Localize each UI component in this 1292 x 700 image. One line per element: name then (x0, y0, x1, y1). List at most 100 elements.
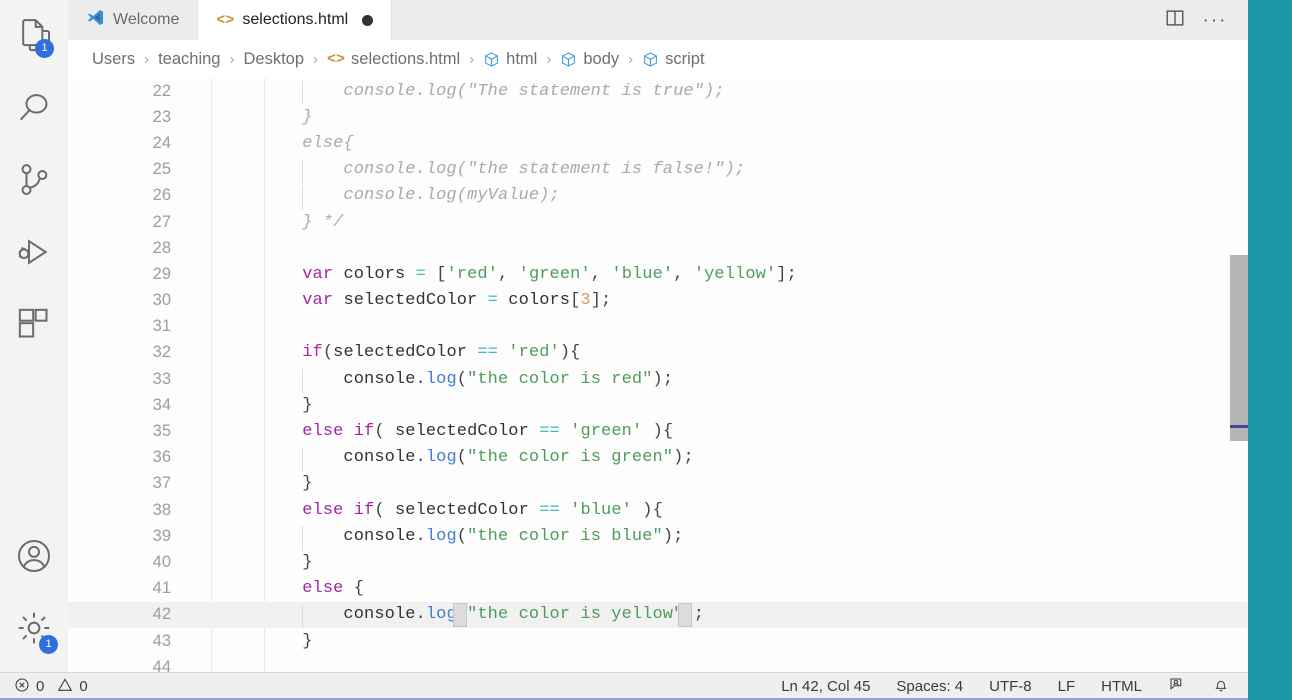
code-text[interactable]: } (261, 553, 313, 572)
activity-bar-top-group: 1 (0, 0, 68, 360)
breadcrumb-item-selections-html[interactable]: <> selections.html (327, 50, 460, 69)
code-text[interactable]: console.log("the color is blue"); (261, 527, 683, 546)
breadcrumb: Users › teaching › Desktop › <> selectio… (68, 40, 1248, 78)
editor-vertical-scrollbar[interactable] (1230, 78, 1248, 672)
desktop-background-strip (1248, 0, 1292, 700)
code-line[interactable]: 29 var colors = ['red', 'green', 'blue',… (68, 261, 1248, 287)
breadcrumb-item-script[interactable]: script (642, 49, 705, 69)
code-text[interactable]: else{ (261, 134, 354, 153)
code-line[interactable]: 35 else if( selectedColor == 'green' ){ (68, 418, 1248, 444)
code-line[interactable]: 27 } */ (68, 209, 1248, 235)
code-text[interactable]: } */ (261, 213, 343, 232)
indentation-setting[interactable]: Spaces: 4 (896, 678, 963, 695)
line-number: 42 (152, 605, 171, 624)
code-line[interactable]: 28 (68, 235, 1248, 261)
line-number: 39 (152, 526, 171, 545)
notifications-button[interactable] (1212, 676, 1230, 698)
split-editor-button[interactable] (1158, 3, 1192, 37)
code-lines[interactable]: 22 console.log("The statement is true");… (68, 78, 1248, 672)
scrollbar-thumb[interactable] (1230, 255, 1248, 441)
code-text[interactable]: else { (261, 579, 364, 598)
code-text[interactable]: if(selectedColor == 'red'){ (261, 343, 580, 362)
breadcrumb-separator-icon: › (144, 50, 150, 68)
sidebar-item-explorer[interactable]: 1 (0, 0, 68, 72)
breadcrumb-label: Users (92, 49, 136, 68)
code-text[interactable]: } (261, 108, 313, 127)
cursor-overview-marker (1230, 425, 1248, 428)
breadcrumb-item-users[interactable]: Users (92, 50, 135, 69)
cursor-position[interactable]: Ln 42, Col 45 (781, 678, 870, 695)
code-line[interactable]: 30 var selectedColor = colors[3]; (68, 288, 1248, 314)
error-count: 0 (36, 678, 45, 695)
code-text[interactable]: var selectedColor = colors[3]; (261, 291, 611, 310)
eol-setting[interactable]: LF (1058, 678, 1076, 695)
code-line[interactable]: 32 if(selectedColor == 'red'){ (68, 340, 1248, 366)
code-line[interactable]: 31 (68, 314, 1248, 340)
code-text[interactable]: } (261, 632, 313, 651)
code-text[interactable]: else if( selectedColor == 'blue' ){ (261, 501, 663, 520)
line-number: 41 (152, 579, 171, 598)
symbol-cube-icon (560, 51, 577, 68)
code-text[interactable]: console.log(myValue); (261, 186, 560, 205)
unsaved-indicator-icon[interactable] (362, 14, 374, 26)
code-line[interactable]: 24 else{ (68, 130, 1248, 156)
code-line[interactable]: 42 console.log("the color is yellow"); (68, 601, 1248, 628)
code-line[interactable]: 34 } (68, 392, 1248, 418)
breadcrumb-label: script (665, 49, 705, 68)
breadcrumb-item-html[interactable]: html (483, 50, 537, 69)
line-number: 22 (152, 81, 171, 100)
settings-button[interactable]: 1 (0, 592, 68, 664)
code-text[interactable]: else if( selectedColor == 'green' ){ (261, 422, 673, 441)
code-line[interactable]: 22 console.log("The statement is true"); (68, 78, 1248, 104)
breadcrumb-item-body[interactable]: body (560, 50, 619, 69)
code-line[interactable]: 33 console.log("the color is red"); (68, 366, 1248, 392)
code-line[interactable]: 39 console.log("the color is blue"); (68, 523, 1248, 549)
code-text[interactable]: console.log("the statement is false!"); (261, 160, 745, 179)
code-text[interactable]: } (261, 474, 313, 493)
code-line[interactable]: 38 else if( selectedColor == 'blue' ){ (68, 497, 1248, 523)
code-line[interactable]: 37 } (68, 471, 1248, 497)
line-number: 25 (152, 160, 171, 179)
feedback-smiley-icon (1168, 676, 1186, 698)
code-line[interactable]: 25 console.log("the statement is false!"… (68, 157, 1248, 183)
code-line[interactable]: 36 console.log("the color is green"); (68, 445, 1248, 471)
code-text[interactable]: console.log("the color is green"); (261, 448, 694, 467)
code-text[interactable]: var colors = ['red', 'green', 'blue', 'y… (261, 265, 797, 284)
tab-selections-html[interactable]: <> selections.html (198, 0, 393, 40)
settings-badge: 1 (39, 635, 58, 654)
sidebar-item-source-control[interactable] (0, 144, 68, 216)
explorer-badge: 1 (35, 39, 54, 58)
line-number: 27 (152, 212, 171, 231)
code-line[interactable]: 26 console.log(myValue); (68, 183, 1248, 209)
language-mode[interactable]: HTML (1101, 678, 1142, 695)
code-line[interactable]: 44 (68, 654, 1248, 672)
breadcrumb-label: html (506, 49, 538, 68)
more-actions-button[interactable]: ··· (1198, 3, 1232, 37)
run-debug-icon (14, 232, 54, 272)
problems-button[interactable]: 0 0 (14, 677, 88, 697)
code-line[interactable]: 40 } (68, 549, 1248, 575)
code-text[interactable]: console.log("the color is red"); (261, 370, 673, 389)
encoding-setting[interactable]: UTF-8 (989, 678, 1032, 695)
code-editor[interactable]: 22 console.log("The statement is true");… (68, 78, 1248, 672)
code-line[interactable]: 23 } (68, 104, 1248, 130)
tab-label: Welcome (113, 11, 180, 28)
code-text[interactable]: console.log("the color is yellow"); (261, 605, 704, 624)
breadcrumb-item-teaching[interactable]: teaching (158, 50, 220, 69)
code-line[interactable]: 43 } (68, 628, 1248, 654)
sidebar-item-search[interactable] (0, 72, 68, 144)
breadcrumb-item-desktop[interactable]: Desktop (243, 50, 304, 69)
code-text[interactable]: console.log("The statement is true"); (261, 82, 725, 101)
code-line[interactable]: 41 else { (68, 576, 1248, 602)
sidebar-item-extensions[interactable] (0, 288, 68, 360)
code-text[interactable]: } (261, 396, 313, 415)
split-editor-icon (1164, 7, 1186, 34)
tab-welcome[interactable]: Welcome (68, 0, 199, 40)
account-button[interactable] (0, 520, 68, 592)
breadcrumb-separator-icon: › (546, 50, 552, 68)
breadcrumb-label: body (583, 49, 620, 68)
sidebar-item-run-debug[interactable] (0, 216, 68, 288)
indent-guide (301, 159, 303, 184)
vscode-logo-icon (86, 8, 105, 32)
feedback-button[interactable] (1168, 676, 1186, 698)
